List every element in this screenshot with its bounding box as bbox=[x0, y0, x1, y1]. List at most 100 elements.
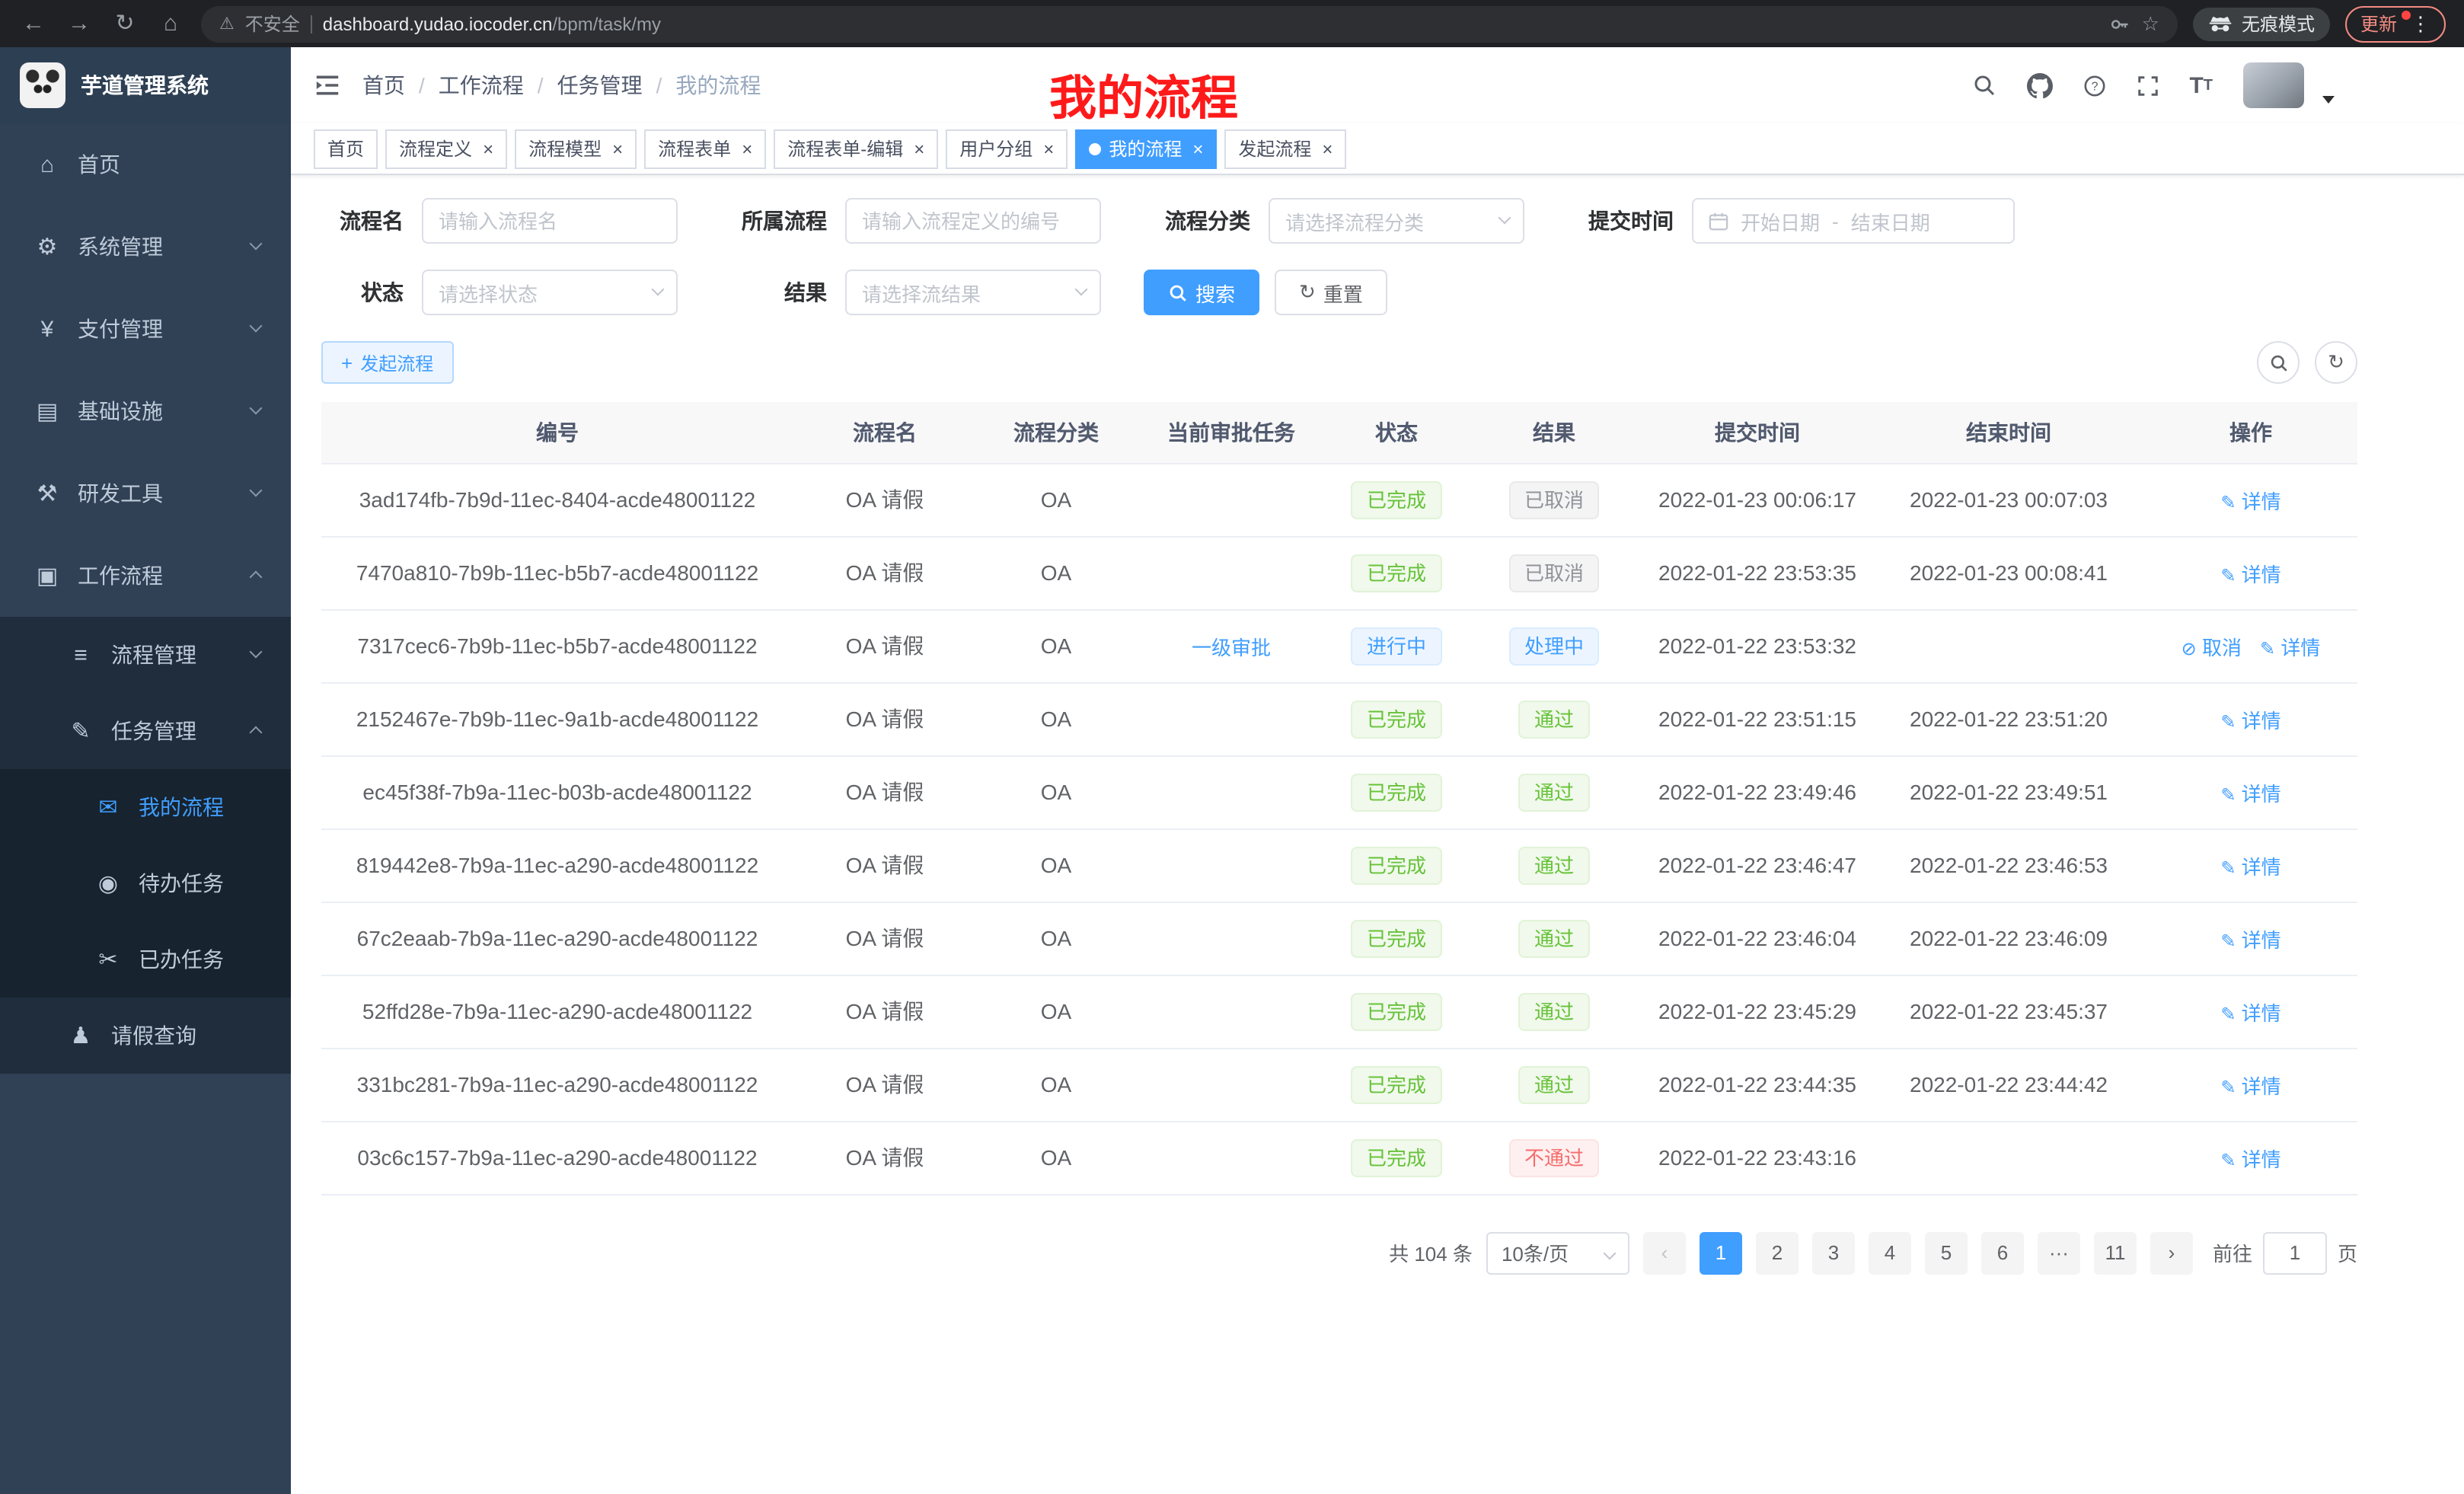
tab-home[interactable]: 首页 bbox=[314, 129, 378, 168]
back-icon[interactable]: ← bbox=[18, 8, 49, 39]
close-icon[interactable]: × bbox=[742, 139, 752, 158]
breadcrumb-item[interactable]: 首页 bbox=[362, 70, 405, 101]
detail-link[interactable]: ✎ 详情 bbox=[2220, 490, 2280, 512]
sidebar-item-home[interactable]: ⌂首页 bbox=[0, 123, 291, 206]
update-button[interactable]: 更新 ⋮ bbox=[2345, 5, 2446, 42]
status-badge: 进行中 bbox=[1352, 627, 1441, 665]
page-button-2[interactable]: 2 bbox=[1756, 1231, 1799, 1274]
incognito-label: 无痕模式 bbox=[2242, 11, 2315, 37]
sidebar-item-label: 支付管理 bbox=[78, 314, 163, 344]
detail-link[interactable]: ✎ 详情 bbox=[2220, 928, 2280, 951]
goto-page-input[interactable] bbox=[2263, 1231, 2327, 1274]
cell-status: 已完成 bbox=[1326, 755, 1467, 828]
detail-link[interactable]: ✎ 详情 bbox=[2220, 563, 2280, 586]
detail-link[interactable]: ✎ 详情 bbox=[2220, 782, 2280, 805]
status-select[interactable]: 请选择状态 bbox=[422, 270, 678, 315]
sidebar-item-done-tasks[interactable]: ✂已办任务 bbox=[0, 921, 291, 998]
password-key-icon[interactable] bbox=[2110, 13, 2131, 34]
close-icon[interactable]: × bbox=[1192, 139, 1203, 158]
reload-icon[interactable]: ↻ bbox=[110, 8, 140, 39]
tab-process-form[interactable]: 流程表单× bbox=[644, 129, 766, 168]
breadcrumb-item[interactable]: 任务管理 bbox=[557, 70, 643, 101]
sidebar-item-workflow[interactable]: ▣工作流程 bbox=[0, 535, 291, 617]
detail-link[interactable]: ✎ 详情 bbox=[2220, 709, 2280, 732]
page-button-6[interactable]: 6 bbox=[1981, 1231, 2024, 1274]
tab-process-form-edit[interactable]: 流程表单-编辑× bbox=[774, 129, 938, 168]
detail-link[interactable]: ✎ 详情 bbox=[2220, 1074, 2280, 1097]
status-badge: 已完成 bbox=[1352, 1065, 1441, 1103]
header-search-icon[interactable] bbox=[1971, 73, 1996, 97]
search-button[interactable]: 搜索 bbox=[1144, 270, 1259, 315]
browser-home-icon[interactable]: ⌂ bbox=[155, 8, 186, 39]
hamburger-icon[interactable] bbox=[314, 73, 341, 97]
app-logo[interactable]: 芋道管理系统 bbox=[0, 47, 291, 123]
sidebar-item-process-manage[interactable]: ≡流程管理 bbox=[0, 617, 291, 693]
menu-kebab-icon[interactable]: ⋮ bbox=[2411, 11, 2430, 36]
page-button-1[interactable]: 1 bbox=[1700, 1231, 1742, 1274]
tab-my-process[interactable]: 我的流程× bbox=[1075, 129, 1217, 168]
bookmark-star-icon[interactable]: ☆ bbox=[2142, 11, 2159, 36]
sidebar-item-leave-query[interactable]: ♟请假查询 bbox=[0, 998, 291, 1074]
tab-start-process[interactable]: 发起流程× bbox=[1224, 129, 1346, 168]
detail-link[interactable]: ✎ 详情 bbox=[2220, 1001, 2280, 1024]
next-page-button[interactable]: › bbox=[2150, 1231, 2193, 1274]
result-badge: 通过 bbox=[1519, 773, 1589, 811]
detail-link[interactable]: ✎ 详情 bbox=[2220, 1148, 2280, 1170]
create-process-button[interactable]: + 发起流程 bbox=[321, 341, 453, 384]
close-icon[interactable]: × bbox=[1322, 139, 1333, 158]
process-def-input[interactable] bbox=[845, 198, 1101, 244]
sidebar-item-my-process[interactable]: ✉我的流程 bbox=[0, 769, 291, 845]
sidebar-item-task-manage[interactable]: ✎任务管理 bbox=[0, 693, 291, 769]
fullscreen-icon[interactable] bbox=[2136, 74, 2159, 97]
filter-form: 流程名 所属流程 流程分类 请选择流程分类 bbox=[321, 198, 2464, 315]
detail-link[interactable]: ✎ 详情 bbox=[2220, 855, 2280, 878]
font-size-icon[interactable]: TT bbox=[2189, 72, 2213, 98]
more-pages-button[interactable]: ··· bbox=[2038, 1231, 2080, 1274]
page-size-select[interactable]: 10条/页 bbox=[1486, 1231, 1629, 1274]
sidebar-item-infrastructure[interactable]: ▤基础设施 bbox=[0, 370, 291, 452]
sidebar-item-label: 基础设施 bbox=[78, 396, 163, 426]
detail-link[interactable]: ✎ 详情 bbox=[2260, 636, 2320, 659]
security-label[interactable]: 不安全 bbox=[245, 11, 300, 37]
cell-result: 处理中 bbox=[1467, 609, 1642, 682]
page-button-4[interactable]: 4 bbox=[1869, 1231, 1911, 1274]
chevron-up-icon bbox=[250, 726, 263, 739]
process-name-input[interactable] bbox=[422, 198, 678, 244]
page-button-11[interactable]: 11 bbox=[2094, 1231, 2137, 1274]
submit-time-range[interactable]: 开始日期 - 结束日期 bbox=[1692, 198, 2015, 244]
cell-id: 3ad174fb-7b9d-11ec-8404-acde48001122 bbox=[321, 463, 793, 536]
result-select[interactable]: 请选择流结果 bbox=[845, 270, 1101, 315]
caret-down-icon[interactable] bbox=[2322, 96, 2335, 104]
tab-process-definition[interactable]: 流程定义× bbox=[385, 129, 507, 168]
sidebar-item-system[interactable]: ⚙系统管理 bbox=[0, 206, 291, 288]
tab-process-model[interactable]: 流程模型× bbox=[515, 129, 637, 168]
prev-page-button[interactable]: ‹ bbox=[1643, 1231, 1686, 1274]
page-button-5[interactable]: 5 bbox=[1925, 1231, 1968, 1274]
tab-user-group[interactable]: 用户分组× bbox=[946, 129, 1068, 168]
cell-category: OA bbox=[976, 902, 1136, 975]
forward-icon[interactable]: → bbox=[64, 8, 94, 39]
task-link[interactable]: 一级审批 bbox=[1192, 636, 1271, 659]
address-bar[interactable]: ⚠ 不安全 dashboard.yudao.iocoder.cn/bpm/tas… bbox=[201, 5, 2178, 42]
close-icon[interactable]: × bbox=[612, 139, 623, 158]
sidebar-item-todo-tasks[interactable]: ◉待办任务 bbox=[0, 845, 291, 921]
close-icon[interactable]: × bbox=[483, 139, 493, 158]
show-search-button[interactable] bbox=[2257, 341, 2300, 384]
cell-end-time: 2022-01-22 23:45:37 bbox=[1873, 975, 2144, 1048]
github-icon[interactable] bbox=[2026, 72, 2052, 98]
result-placeholder: 请选择流结果 bbox=[862, 278, 981, 307]
cancel-link[interactable]: ⊘ 取消 bbox=[2182, 636, 2242, 659]
close-icon[interactable]: × bbox=[1043, 139, 1054, 158]
breadcrumb-item[interactable]: 工作流程 bbox=[439, 70, 524, 101]
reset-button[interactable]: ↻ 重置 bbox=[1275, 270, 1387, 315]
sidebar-item-payment[interactable]: ¥支付管理 bbox=[0, 288, 291, 370]
avatar[interactable] bbox=[2243, 62, 2304, 108]
page-button-3[interactable]: 3 bbox=[1812, 1231, 1855, 1274]
refresh-table-button[interactable]: ↻ bbox=[2315, 341, 2357, 384]
sidebar-item-devtools[interactable]: ⚒研发工具 bbox=[0, 452, 291, 535]
help-icon[interactable]: ? bbox=[2083, 74, 2105, 97]
detail-icon: ✎ bbox=[2220, 784, 2236, 805]
close-icon[interactable]: × bbox=[914, 139, 924, 158]
category-select[interactable]: 请选择流程分类 bbox=[1269, 198, 1524, 244]
table-row: ec45f38f-7b9a-11ec-b03b-acde48001122OA 请… bbox=[321, 755, 2357, 828]
